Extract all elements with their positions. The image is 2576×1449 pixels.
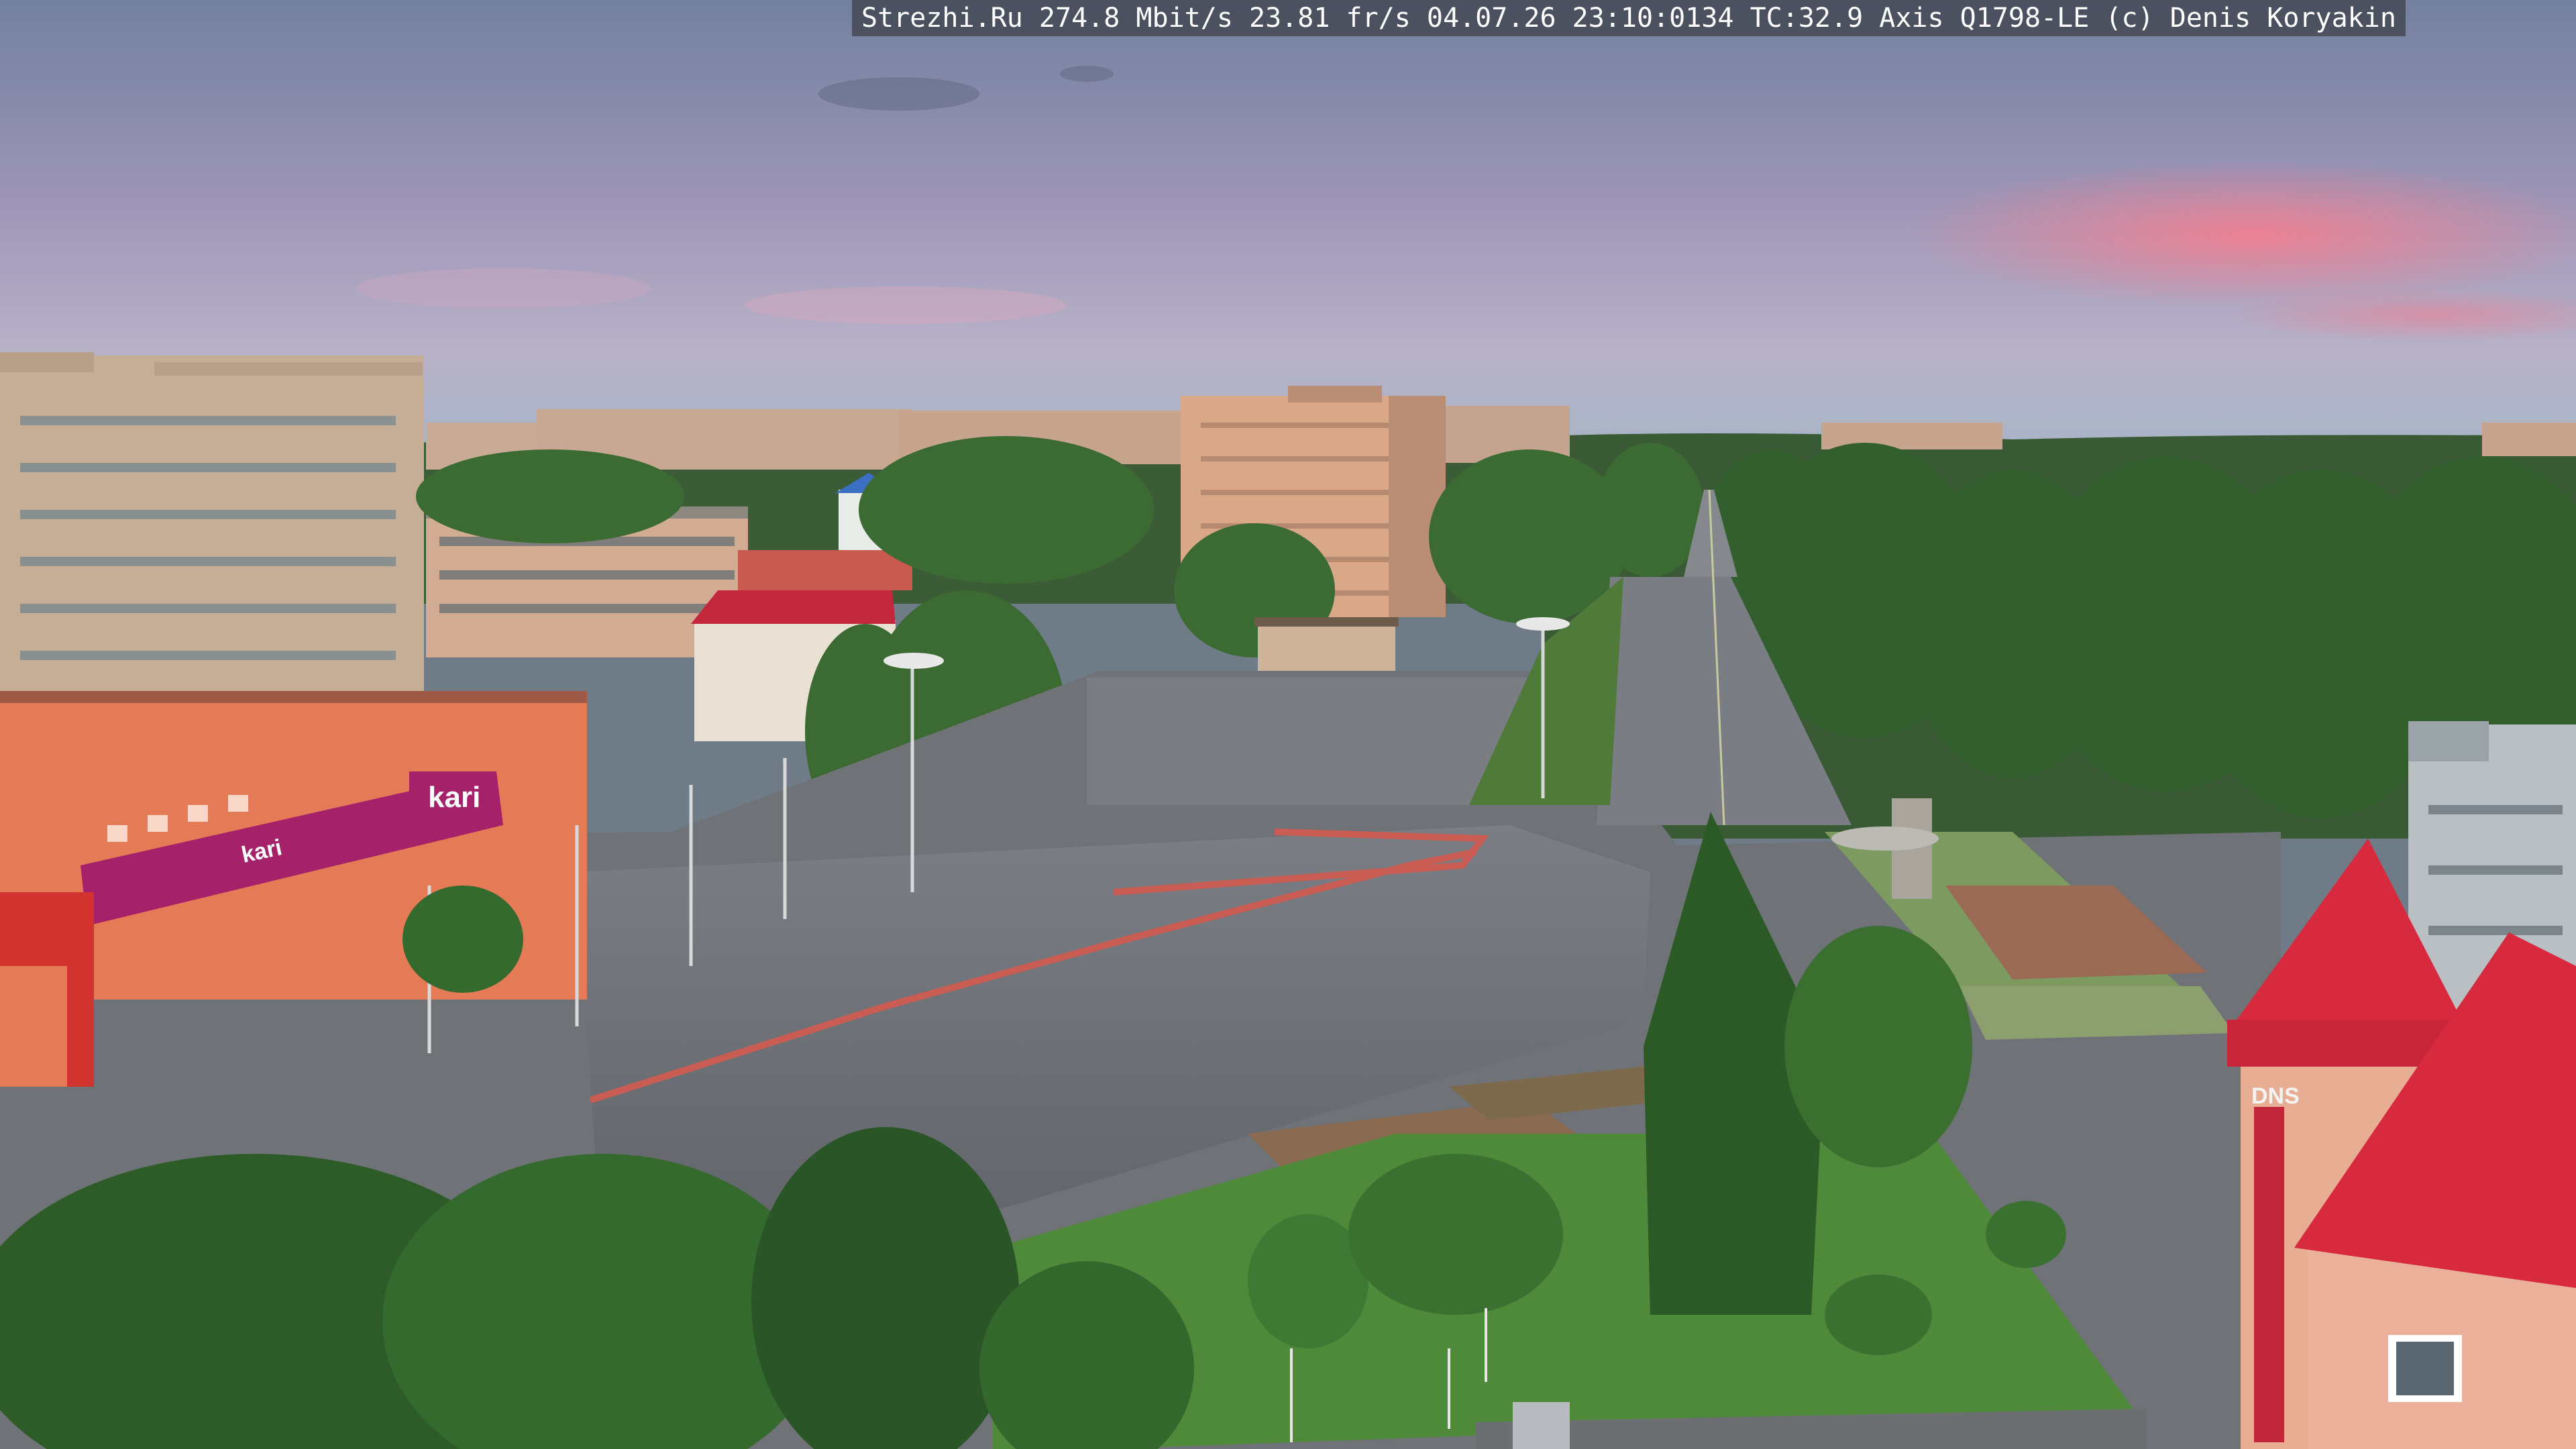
overlay-time: 23:10:0134 xyxy=(1572,3,1734,34)
dns-sign: DNS xyxy=(2251,1083,2300,1109)
overlay-framerate: 23.81 fr/s xyxy=(1249,3,1411,34)
overlay-camera: Axis Q1798-LE xyxy=(1879,3,2090,34)
overlay-bitrate: 274.8 Mbit/s xyxy=(1038,3,1233,34)
overlay-site: Strezhi.Ru xyxy=(861,3,1023,34)
webcam-info-overlay: Strezhi.Ru 274.8 Mbit/s 23.81 fr/s 04.07… xyxy=(852,0,2406,36)
overlay-credit: (c) Denis Koryakin xyxy=(2105,3,2396,34)
webcam-scene xyxy=(0,0,2576,1449)
overlay-date: 04.07.26 xyxy=(1426,3,1556,34)
kari-sign: kari xyxy=(428,781,481,814)
overlay-temperature: TC:32.9 xyxy=(1750,3,1864,34)
